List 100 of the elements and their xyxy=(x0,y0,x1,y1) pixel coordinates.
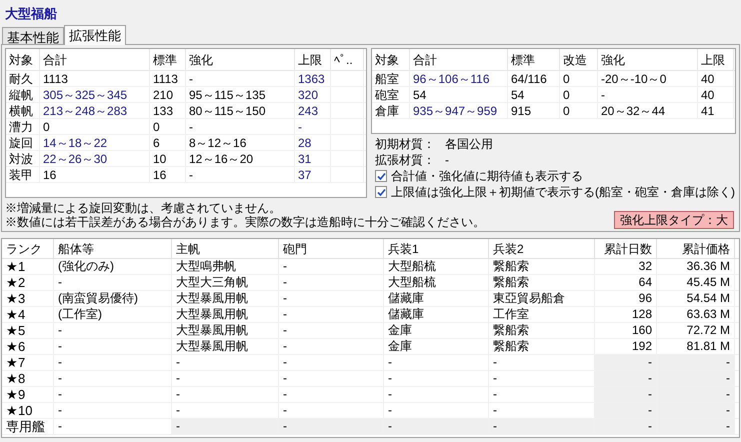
table-cell: 1113 xyxy=(40,71,150,86)
table-cell: 0 xyxy=(40,119,150,134)
material-label: 初期材質： xyxy=(375,136,436,153)
table-cell: 213～248～283 xyxy=(40,103,150,118)
table-cell: 0 xyxy=(150,119,186,134)
table-cell: 40 xyxy=(698,87,734,102)
option-checkbox[interactable]: 合計値・強化値に期待値も表示する xyxy=(375,168,736,184)
row-label: 対波 xyxy=(6,151,40,166)
table-cell: 0 xyxy=(560,103,598,118)
row-label: 耐久 xyxy=(6,71,40,86)
table-cell: - xyxy=(595,387,657,402)
table-cell: - xyxy=(657,419,735,434)
table-cell: 305～325～345 xyxy=(40,87,150,102)
table-cell: 320 xyxy=(295,87,331,102)
table-cell: - xyxy=(489,419,595,434)
table-cell: - xyxy=(186,119,295,134)
table-cell: 10 xyxy=(150,151,186,166)
table-cell: 40 xyxy=(698,71,734,86)
table-cell: - xyxy=(657,371,735,386)
table-cell: 12～16～20 xyxy=(186,151,295,166)
column-header[interactable]: 累計日数 xyxy=(595,239,657,258)
table-cell: 0 xyxy=(560,71,598,86)
table-cell: 41 xyxy=(698,103,734,118)
table-cell: - xyxy=(595,355,657,370)
column-header[interactable]: 改造 xyxy=(560,49,598,70)
column-header[interactable]: 標準 xyxy=(508,49,560,70)
column-header[interactable]: ランク xyxy=(2,239,54,258)
table-cell: 915 xyxy=(508,103,560,118)
table-cell: - xyxy=(279,419,384,434)
column-header[interactable]: 標準 xyxy=(150,49,186,70)
table-cell: 16 xyxy=(40,167,150,182)
column-header[interactable]: 合計 xyxy=(410,49,508,70)
column-header[interactable]: 主帆 xyxy=(172,239,279,258)
table-cell: 210 xyxy=(150,87,186,102)
row-label: 倉庫 xyxy=(372,103,410,118)
table-cell: - xyxy=(657,403,735,418)
material-value: - xyxy=(445,152,449,169)
table-cell: 935～947～959 xyxy=(410,103,508,118)
material-label: 拡張材質： xyxy=(375,152,436,169)
table-cell: 64/116 xyxy=(508,71,560,86)
table-cell: 1363 xyxy=(295,71,331,86)
option-checkbox[interactable]: 上限値は強化上限＋初期値で表示する(船室・砲室・倉庫は除く) xyxy=(375,184,736,200)
table-cell: 54 xyxy=(508,87,560,102)
column-header[interactable]: 合計 xyxy=(40,49,150,70)
row-label: 漕力 xyxy=(6,119,40,134)
table-cell: 80～115～150 xyxy=(186,103,295,118)
column-header[interactable]: 対象 xyxy=(6,49,40,70)
table-cell: 0 xyxy=(560,87,598,102)
table-cell: 20～32～44 xyxy=(598,103,698,118)
table-cell: 8～12～16 xyxy=(186,135,295,150)
column-header[interactable]: 船体等 xyxy=(54,239,172,258)
column-header[interactable]: ﾍﾟ.. xyxy=(331,49,364,70)
material-value: 各国公用 xyxy=(445,136,493,153)
limit-type-badge: 強化上限タイプ：大 xyxy=(614,211,734,229)
column-header[interactable]: 兵装1 xyxy=(384,239,489,258)
table-cell: 6 xyxy=(150,135,186,150)
row-label: 砲室 xyxy=(372,87,410,102)
table-cell: - xyxy=(595,371,657,386)
table-cell: - xyxy=(595,419,657,434)
table-cell: - xyxy=(598,87,698,102)
column-header[interactable]: 対象 xyxy=(372,49,410,70)
table-cell: - xyxy=(595,403,657,418)
table-cell: - xyxy=(657,387,735,402)
table-cell: - xyxy=(295,119,331,134)
tab[interactable]: 基本性能 xyxy=(2,27,64,44)
table-cell: 31 xyxy=(295,151,331,166)
column-header[interactable]: 累計価格 xyxy=(657,239,735,258)
column-header[interactable]: 兵装2 xyxy=(489,239,595,258)
row-label: 横帆 xyxy=(6,103,40,118)
column-header[interactable]: 強化 xyxy=(186,49,295,70)
table-cell: 243 xyxy=(295,103,331,118)
table-cell: 95～115～135 xyxy=(186,87,295,102)
checkbox[interactable] xyxy=(375,170,387,182)
table-cell: 54 xyxy=(410,87,508,102)
row-label: 縦帆 xyxy=(6,87,40,102)
column-header[interactable]: 強化 xyxy=(598,49,698,70)
checkbox[interactable] xyxy=(375,186,387,198)
table-cell: 1113 xyxy=(150,71,186,86)
tab[interactable]: 拡張性能 xyxy=(64,25,126,45)
note-text: ※数値には若干誤差がある場合があります。実際の数字は造船時に十分ご確認ください。 xyxy=(5,215,485,229)
row-label: 装甲 xyxy=(6,167,40,182)
table-cell: 16 xyxy=(150,167,186,182)
column-header[interactable]: 上限 xyxy=(295,49,331,70)
row-label: 船室 xyxy=(372,71,410,86)
column-header[interactable]: 上限 xyxy=(698,49,734,70)
table-cell: 133 xyxy=(150,103,186,118)
note-text: ※増減量による旋回変動は、考慮されていません。 xyxy=(5,201,282,215)
table-cell: 37 xyxy=(295,167,331,182)
table-cell: - xyxy=(384,419,489,434)
column-header[interactable]: 砲門 xyxy=(279,239,384,258)
table-cell: 28 xyxy=(295,135,331,150)
table-cell: - xyxy=(186,167,295,182)
table-cell: -20～-10～0 xyxy=(598,71,698,86)
table-cell: - xyxy=(657,355,735,370)
window-title: 大型福船 xyxy=(4,5,58,23)
table-cell: - xyxy=(172,419,279,434)
table-cell: 96～106～116 xyxy=(410,71,508,86)
row-label: 旋回 xyxy=(6,135,40,150)
table-cell: - xyxy=(186,71,295,86)
table-cell: 22～26～30 xyxy=(40,151,150,166)
